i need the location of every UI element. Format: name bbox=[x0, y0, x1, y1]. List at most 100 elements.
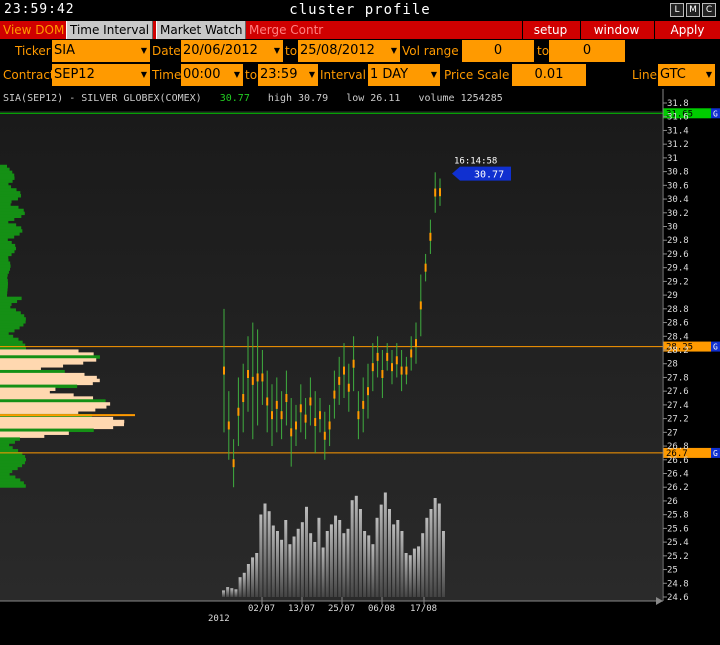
date-from-select[interactable]: 20/06/2012 ▼ bbox=[181, 40, 283, 62]
profile-bar bbox=[0, 170, 13, 175]
profile-bar bbox=[0, 355, 100, 359]
chevron-down-icon: ▼ bbox=[308, 70, 315, 79]
volume-bar bbox=[346, 528, 350, 597]
profile-bar bbox=[0, 352, 94, 356]
chart-area[interactable]: SIA(SEP12) - SILVER GLOBEX(COMEX) 30.77 … bbox=[0, 89, 720, 645]
y-tick-label: 28.6 bbox=[667, 319, 689, 329]
profile-bar bbox=[0, 176, 15, 180]
menu-setup[interactable]: setup bbox=[522, 21, 578, 39]
volume-bar bbox=[433, 498, 437, 597]
price-bar-body bbox=[434, 188, 437, 197]
volume-bar bbox=[226, 587, 230, 597]
y-tick-label: 29.2 bbox=[667, 277, 689, 287]
volume-bar bbox=[417, 546, 421, 597]
window-button-l[interactable]: L bbox=[670, 3, 684, 17]
profile-bar bbox=[0, 416, 114, 421]
volume-bar bbox=[412, 548, 416, 597]
price-bar-body bbox=[333, 390, 336, 399]
line-select[interactable]: GTC ▼ bbox=[658, 64, 715, 86]
menu-view-dom[interactable]: View DOM bbox=[0, 21, 67, 39]
profile-bar bbox=[0, 255, 9, 260]
volume-bar bbox=[222, 590, 225, 597]
y-tick-label: 27.8 bbox=[667, 373, 689, 383]
profile-bar bbox=[0, 164, 7, 169]
profile-bar bbox=[0, 331, 9, 336]
volume-bar bbox=[408, 555, 412, 597]
window-button-c[interactable]: C bbox=[702, 3, 716, 17]
y-tick-label: 27.2 bbox=[667, 415, 689, 425]
volume-bar bbox=[350, 500, 354, 597]
profile-bar bbox=[0, 211, 25, 216]
window-button-m[interactable]: M bbox=[686, 3, 700, 17]
price-bar-body bbox=[338, 376, 341, 385]
volume-bar bbox=[259, 514, 263, 597]
volume-bar bbox=[234, 589, 238, 597]
volume-bar bbox=[275, 531, 279, 597]
profile-bar bbox=[0, 223, 17, 227]
vol-range-label: Vol range bbox=[402, 44, 459, 58]
profile-bar bbox=[0, 317, 26, 321]
y-tick-label: 29.4 bbox=[667, 264, 689, 274]
price-bar-body bbox=[328, 421, 331, 430]
vol-to-input[interactable]: 0 bbox=[549, 40, 625, 62]
volume-bar bbox=[421, 533, 425, 597]
volume-bar bbox=[242, 572, 246, 597]
chevron-down-icon: ▼ bbox=[273, 46, 280, 55]
y-tick-label: 27.4 bbox=[667, 401, 689, 411]
price-bar-body bbox=[362, 400, 365, 409]
y-tick-label: 26.2 bbox=[667, 483, 689, 493]
price-bar-body bbox=[295, 421, 297, 430]
profile-bar bbox=[0, 308, 17, 312]
time-from-select[interactable]: 00:00 ▼ bbox=[181, 64, 243, 86]
apply-button[interactable]: Apply bbox=[654, 21, 720, 39]
interval-select[interactable]: 1 DAY ▼ bbox=[368, 64, 440, 86]
price-bar-body bbox=[352, 359, 355, 368]
y-tick-label: 30 bbox=[667, 223, 678, 233]
y-tick-label: 28.8 bbox=[667, 305, 689, 315]
volume-bar bbox=[358, 509, 362, 597]
price-bar-body bbox=[424, 263, 427, 272]
profile-bar bbox=[0, 235, 15, 239]
price-bar-body bbox=[266, 397, 269, 406]
profile-bar bbox=[0, 378, 100, 383]
volume-bar bbox=[238, 577, 242, 597]
profile-bar bbox=[0, 243, 16, 248]
interval-value: 1 DAY bbox=[370, 67, 409, 82]
profile-bar bbox=[0, 182, 9, 186]
time-label: Time bbox=[152, 68, 182, 82]
price-bar-body bbox=[323, 431, 326, 440]
profile-bar bbox=[0, 340, 23, 345]
profile-bar bbox=[0, 361, 84, 365]
menu-market-watch[interactable]: Market Watch bbox=[156, 21, 247, 39]
ticker-label: Ticker bbox=[15, 44, 51, 58]
price-bar-body bbox=[309, 397, 312, 406]
profile-bar bbox=[0, 475, 16, 479]
menu-time-interval[interactable]: Time Interval bbox=[66, 21, 154, 39]
date-label: Date bbox=[152, 44, 181, 58]
profile-bar bbox=[0, 425, 114, 430]
date-to-select[interactable]: 25/08/2012 ▼ bbox=[298, 40, 400, 62]
profile-bar bbox=[0, 314, 25, 318]
volume-bar bbox=[338, 520, 342, 597]
contract-select[interactable]: SEP12 ▼ bbox=[52, 64, 150, 86]
profile-bar bbox=[0, 299, 18, 304]
menu-window[interactable]: window bbox=[580, 21, 652, 39]
menu-merge-contr[interactable]: Merge Contr bbox=[246, 21, 326, 39]
profile-bar bbox=[0, 478, 21, 482]
price-scale-input[interactable]: 0.01 bbox=[512, 64, 586, 86]
y-tick-label: 28.4 bbox=[667, 332, 689, 342]
volume-bar bbox=[367, 535, 371, 597]
profile-bar bbox=[0, 276, 8, 280]
price-bar-body bbox=[419, 301, 422, 310]
profile-bar bbox=[0, 372, 85, 377]
profile-bar bbox=[0, 199, 12, 204]
price-bar-body bbox=[367, 387, 369, 396]
profile-bar bbox=[0, 185, 12, 189]
profile-bar bbox=[0, 440, 15, 444]
profile-bar bbox=[0, 240, 12, 245]
ticker-select[interactable]: SIA ▼ bbox=[52, 40, 150, 62]
time-to-select[interactable]: 23:59 ▼ bbox=[258, 64, 318, 86]
vol-from-input[interactable]: 0 bbox=[462, 40, 534, 62]
profile-bar bbox=[0, 232, 20, 236]
low-text: low 26.11 bbox=[346, 93, 401, 104]
